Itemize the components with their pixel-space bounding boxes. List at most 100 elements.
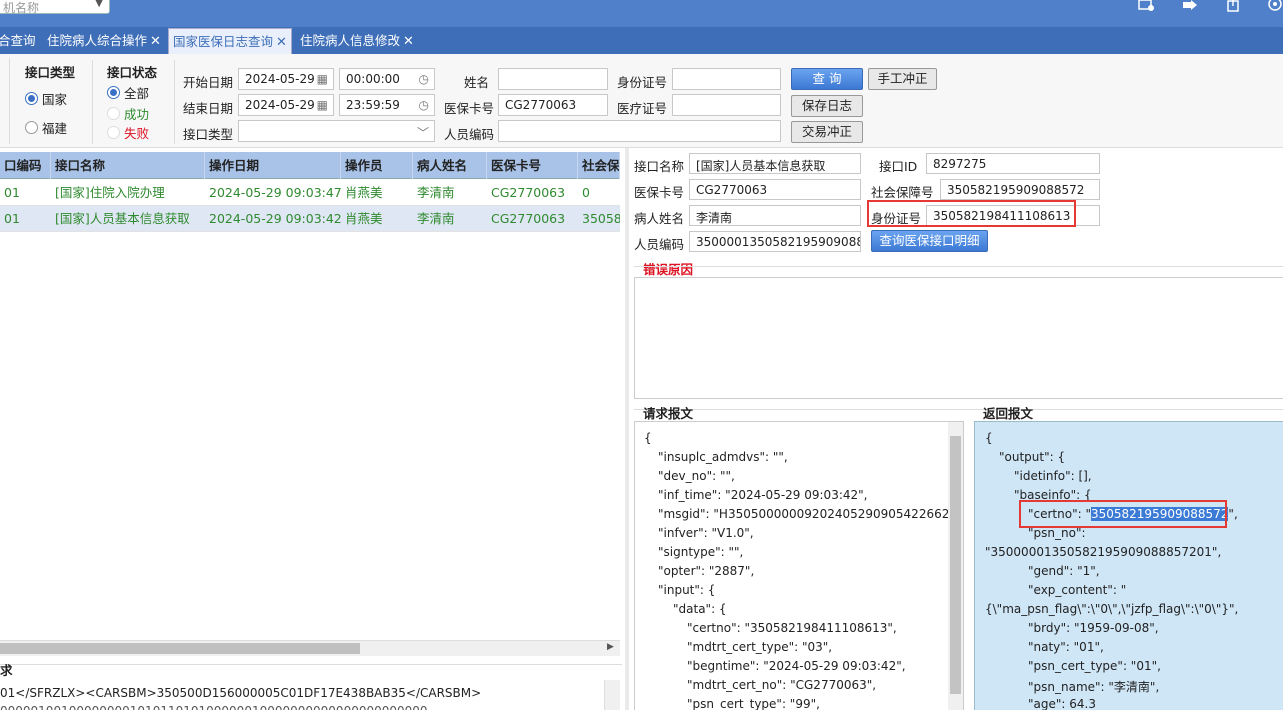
request-message-title: 请求报文: [643, 406, 694, 421]
radio-all[interactable]: 全部: [107, 83, 149, 102]
start-time-input[interactable]: 00:00:00 ◷: [339, 68, 435, 90]
radio-label: 福建: [42, 121, 68, 136]
staff-field[interactable]: 3500001350582195909088: [689, 231, 861, 252]
name-label: 姓名: [464, 75, 490, 90]
idcard-input[interactable]: [672, 68, 781, 90]
cell-patient: 李清南: [417, 211, 455, 226]
export-icon[interactable]: [1224, 0, 1244, 12]
name-input[interactable]: [498, 68, 608, 90]
radio-success[interactable]: 成功: [107, 104, 149, 123]
tab-insurance-log-query[interactable]: 国家医保日志查询 ✕: [168, 28, 292, 54]
forward-icon[interactable]: [1180, 0, 1200, 12]
table-row[interactable]: 01 [国家]住院入院办理 2024-05-29 09:03:47 肖燕美 李清…: [0, 180, 620, 206]
iface-type-select[interactable]: ﹀: [238, 120, 435, 142]
col-header-operator[interactable]: 操作员: [341, 152, 413, 179]
clock-icon[interactable]: ◷: [419, 72, 429, 86]
calendar-icon[interactable]: ▦: [317, 98, 328, 112]
iface-name-field[interactable]: [国家]人员基本信息获取: [689, 153, 861, 174]
json-line: "gend": "1",: [1028, 564, 1100, 578]
table-row-selected[interactable]: 01 [国家]人员基本信息获取 2024-05-29 09:03:42 肖燕美 …: [0, 206, 620, 232]
radio-failed[interactable]: 失败: [107, 123, 149, 142]
settings-icon[interactable]: [1265, 0, 1283, 12]
end-time-input[interactable]: 23:59:59 ◷: [339, 94, 435, 116]
radio-label: 国家: [42, 92, 68, 107]
col-header-social[interactable]: 社会保: [578, 152, 620, 179]
interface-status-title: 接口状态: [107, 65, 158, 80]
social-field[interactable]: 350582195909088572: [940, 179, 1100, 200]
json-line: "output": {: [999, 450, 1066, 464]
divider: [634, 266, 1283, 267]
request-xml-line: 01</SFRZLX><CARSBM>350500D156000005C01DF…: [0, 686, 482, 700]
cell-iface-name: [国家]住院入院办理: [55, 185, 165, 200]
json-line: "certno": "350582198411108613",: [687, 621, 897, 635]
manual-correct-button[interactable]: 手工冲正: [868, 68, 937, 90]
card-value: CG2770063: [505, 98, 577, 112]
json-line: "35000001350582195909088857201",: [985, 545, 1222, 559]
json-line: "psn_cert_type": "01",: [1028, 659, 1161, 673]
staff-code-input[interactable]: [498, 120, 781, 142]
tab-combined-query[interactable]: 合查询: [0, 28, 40, 54]
top-bar: [0, 0, 1283, 27]
tab-label: 住院病人综合操作: [47, 33, 148, 48]
start-time-value: 00:00:00: [346, 72, 400, 86]
json-line: "exp_content": ": [1028, 583, 1127, 597]
user-settings-icon[interactable]: [1136, 0, 1156, 12]
start-date-input[interactable]: 2024-05-29 ▦: [238, 68, 334, 90]
idcard-label: 身份证号: [617, 75, 668, 90]
group-box-edge: [0, 58, 10, 144]
clock-icon[interactable]: ◷: [419, 98, 429, 112]
medcert-input[interactable]: [672, 94, 781, 116]
iface-id-field[interactable]: 8297275: [926, 153, 1100, 174]
json-punct: ",: [1228, 507, 1238, 521]
end-date-input[interactable]: 2024-05-29 ▦: [238, 94, 334, 116]
divider: [92, 60, 93, 144]
patient-field[interactable]: 李清南: [689, 205, 861, 226]
json-line: "age": 64.3: [1028, 697, 1096, 710]
org-select[interactable]: 机名称 ▼: [0, 0, 110, 15]
calendar-icon[interactable]: ▦: [317, 72, 328, 86]
col-header-card[interactable]: 医保卡号: [487, 152, 578, 179]
close-icon[interactable]: ✕: [403, 34, 414, 49]
json-line: "inf_time": "2024-05-29 09:03:42",: [658, 488, 868, 502]
card-input[interactable]: CG2770063: [498, 94, 608, 116]
radio-icon: [107, 86, 120, 99]
cell-code: 01: [4, 211, 20, 226]
tab-inpatient-operations[interactable]: 住院病人综合操作 ✕: [43, 28, 165, 54]
col-header-iface-name[interactable]: 接口名称: [51, 152, 205, 179]
start-date-label: 开始日期: [183, 75, 234, 90]
divider: [634, 409, 1283, 410]
iface-type-label: 接口类型: [183, 127, 234, 142]
cell-patient: 李清南: [417, 185, 455, 200]
request-message-panel[interactable]: { "insuplc_admdvs": "", "dev_no": "", "i…: [634, 421, 964, 710]
col-header-op-date[interactable]: 操作日期: [205, 152, 341, 179]
json-line: "input": {: [658, 583, 716, 597]
tab-inpatient-info-edit[interactable]: 住院病人信息修改 ✕: [296, 28, 418, 54]
cell-social: 35058: [582, 211, 620, 226]
save-log-button[interactable]: 保存日志: [791, 95, 863, 117]
scroll-right-icon[interactable]: ▶: [607, 642, 614, 652]
card-field[interactable]: CG2770063: [689, 179, 861, 200]
chevron-down-icon[interactable]: ▼: [95, 0, 103, 9]
col-header-code[interactable]: 口编码: [0, 152, 51, 179]
request-vertical-scrollbar[interactable]: [604, 680, 620, 710]
scrollbar-thumb[interactable]: [0, 643, 360, 654]
error-reason-box[interactable]: [634, 277, 1283, 399]
radio-national[interactable]: 国家: [25, 89, 67, 108]
chevron-down-icon[interactable]: ﹀: [417, 124, 429, 141]
col-header-patient[interactable]: 病人姓名: [413, 152, 487, 179]
close-icon[interactable]: ✕: [276, 35, 287, 50]
transaction-correct-button[interactable]: 交易冲正: [791, 121, 863, 143]
panel-splitter[interactable]: [625, 148, 629, 710]
json-line: "dev_no": "",: [658, 469, 735, 483]
response-message-panel[interactable]: { "output": { "idetinfo": [], "baseinfo"…: [974, 421, 1283, 710]
query-button[interactable]: 查 询: [791, 68, 863, 90]
cell-card: CG2770063: [491, 185, 566, 200]
error-reason-title: 错误原因: [643, 262, 694, 277]
json-line: "idetinfo": [],: [1014, 469, 1092, 483]
radio-icon: [25, 92, 38, 105]
radio-icon: [107, 107, 120, 120]
radio-fujian[interactable]: 福建: [25, 118, 67, 137]
query-detail-button[interactable]: 查询医保接口明细: [871, 230, 988, 252]
close-icon[interactable]: ✕: [150, 34, 161, 49]
scrollbar-thumb[interactable]: [950, 436, 961, 694]
